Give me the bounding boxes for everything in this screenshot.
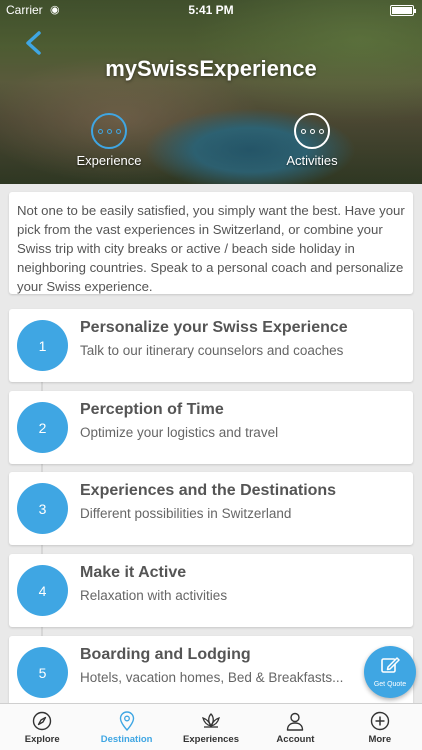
nav-more[interactable]: More — [338, 704, 422, 750]
step-title: Boarding and Lodging — [80, 646, 251, 663]
nav-explore-label: Explore — [24, 734, 60, 745]
lotus-icon — [202, 713, 220, 728]
user-icon — [287, 712, 304, 731]
compass-icon — [33, 711, 52, 731]
step-card[interactable]: 1 Personalize your Swiss Experience Talk… — [9, 309, 413, 382]
nav-destination[interactable]: Destination — [84, 704, 168, 750]
step-card[interactable]: 3 Experiences and the Destinations Diffe… — [9, 472, 413, 545]
dots-circle-icon — [91, 113, 127, 149]
step-title: Make it Active — [80, 564, 187, 581]
step-subtitle: Hotels, vacation homes, Bed & Breakfasts… — [80, 670, 344, 685]
tab-activities-label: Activities — [286, 153, 338, 168]
step-card[interactable]: 4 Make it Active Relaxation with activit… — [9, 554, 413, 627]
step-title: Personalize your Swiss Experience — [80, 319, 348, 336]
nav-experiences-label: Experiences — [183, 734, 239, 745]
step-subtitle: Different possibilities in Switzerland — [80, 506, 292, 521]
tab-experience[interactable]: Experience — [49, 113, 169, 168]
step-subtitle: Optimize your logistics and travel — [80, 425, 279, 440]
nav-account-label: Account — [276, 734, 315, 745]
tab-activities[interactable]: Activities — [252, 113, 372, 168]
page-title: mySwissExperience — [105, 56, 317, 81]
map-pin-icon — [119, 711, 134, 731]
step-number-badge: 4 — [17, 565, 68, 616]
edit-icon — [381, 657, 400, 673]
step-number-badge: 2 — [17, 402, 68, 453]
nav-more-label: More — [368, 734, 392, 745]
battery-icon — [390, 5, 416, 16]
tab-experience-label: Experience — [76, 153, 142, 168]
step-subtitle: Relaxation with activities — [80, 588, 228, 603]
status-bar: Carrier ◉ 5:41 PM — [0, 0, 422, 20]
intro-text: Not one to be easily satisfied, you simp… — [17, 203, 405, 294]
step-title: Perception of Time — [80, 401, 224, 418]
step-title: Experiences and the Destinations — [80, 482, 337, 499]
dots-circle-icon — [294, 113, 330, 149]
get-quote-label: Get Quote — [373, 681, 407, 688]
header-banner: Carrier ◉ 5:41 PM mySwissExperience Expe… — [0, 0, 422, 184]
step-card[interactable]: 5 Boarding and Lodging Hotels, vacation … — [9, 636, 413, 709]
nav-destination-label: Destination — [100, 734, 153, 745]
back-button[interactable] — [22, 30, 46, 56]
step-number-badge: 5 — [17, 647, 68, 698]
nav-explore[interactable]: Explore — [0, 704, 84, 750]
chevron-left-icon — [26, 31, 41, 55]
plus-circle-icon — [370, 711, 390, 731]
intro-card: Not one to be easily satisfied, you simp… — [9, 192, 413, 294]
status-time: 5:41 PM — [188, 3, 234, 17]
nav-experiences[interactable]: Experiences — [169, 704, 253, 750]
get-quote-button[interactable]: Get Quote — [364, 646, 416, 698]
bottom-nav: Explore Destination Experiences Account … — [0, 703, 422, 750]
step-number-badge: 1 — [17, 320, 68, 371]
step-card[interactable]: 2 Perception of Time Optimize your logis… — [9, 391, 413, 464]
step-number-badge: 3 — [17, 483, 68, 534]
step-subtitle: Talk to our itinerary counselors and coa… — [80, 343, 344, 358]
nav-account[interactable]: Account — [253, 704, 337, 750]
